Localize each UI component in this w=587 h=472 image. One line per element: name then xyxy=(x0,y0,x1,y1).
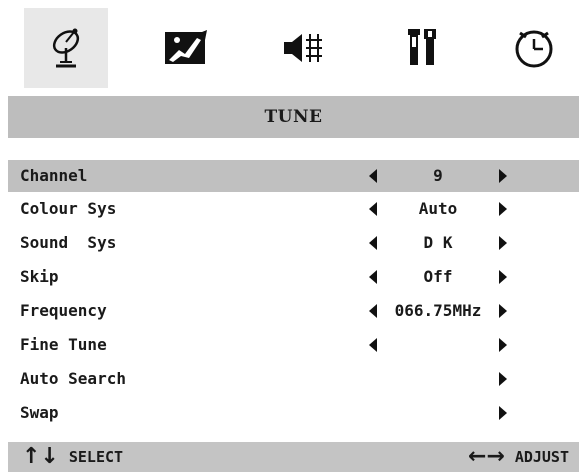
menu-item-label: Channel xyxy=(20,166,88,185)
tab-timer[interactable] xyxy=(492,8,576,88)
menu-item-value: D K xyxy=(423,233,453,252)
menu-item-value: 9 xyxy=(433,166,443,185)
menu-item-label: Fine Tune xyxy=(20,335,107,354)
enter-arrow-icon[interactable] xyxy=(496,396,510,430)
picture-icon xyxy=(165,30,207,64)
menu-item-channel[interactable]: Channel 9 xyxy=(8,160,579,192)
decrease-arrow-icon[interactable] xyxy=(366,226,380,260)
menu-item-label: Skip xyxy=(20,267,59,286)
up-down-arrows-icon: ↑↓ xyxy=(22,444,59,469)
menu-item-frequency[interactable]: Frequency 066.75MHz xyxy=(8,294,579,328)
menu-item-label: Sound Sys xyxy=(20,233,117,252)
menu-item-label: Auto Search xyxy=(20,369,126,388)
menu-item-swap[interactable]: Swap xyxy=(8,396,579,430)
menu-item-label: Frequency xyxy=(20,301,107,320)
key-hint-bar: ↑↓ SELECT ←→ ADJUST xyxy=(8,442,579,472)
tab-picture[interactable] xyxy=(144,8,228,88)
tab-sound[interactable] xyxy=(260,8,344,88)
enter-arrow-icon[interactable] xyxy=(496,362,510,396)
menu-item-colour-sys[interactable]: Colour Sys Auto xyxy=(8,192,579,226)
decrease-arrow-icon[interactable] xyxy=(366,328,380,362)
tab-tune[interactable] xyxy=(24,8,108,88)
menu-item-sound-sys[interactable]: Sound Sys D K xyxy=(8,226,579,260)
menu-item-value: Auto xyxy=(418,199,458,218)
increase-arrow-icon[interactable] xyxy=(496,328,510,362)
tools-icon xyxy=(408,29,436,65)
satellite-dish-icon xyxy=(52,28,80,68)
decrease-arrow-icon[interactable] xyxy=(366,294,380,328)
menu-item-auto-search[interactable]: Auto Search xyxy=(8,362,579,396)
decrease-arrow-icon[interactable] xyxy=(366,260,380,294)
adjust-hint: ←→ ADJUST xyxy=(468,442,569,472)
menu-item-fine-tune[interactable]: Fine Tune xyxy=(8,328,579,362)
select-hint: ↑↓ SELECT xyxy=(22,442,123,472)
increase-arrow-icon[interactable] xyxy=(496,260,510,294)
increase-arrow-icon[interactable] xyxy=(496,192,510,226)
tune-menu: Channel 9 Colour Sys Auto Sound Sys D K … xyxy=(8,160,579,430)
adjust-hint-label: ADJUST xyxy=(514,448,569,466)
increase-arrow-icon[interactable] xyxy=(496,160,510,192)
menu-item-value: 066.75MHz xyxy=(394,301,482,320)
increase-arrow-icon[interactable] xyxy=(496,226,510,260)
page-title: TUNE xyxy=(8,96,579,138)
tab-setup[interactable] xyxy=(380,8,464,88)
decrease-arrow-icon[interactable] xyxy=(366,192,380,226)
select-hint-label: SELECT xyxy=(68,448,124,466)
left-right-arrows-icon: ←→ xyxy=(467,444,505,469)
decrease-arrow-icon[interactable] xyxy=(366,160,380,192)
increase-arrow-icon[interactable] xyxy=(496,294,510,328)
osd-menu: TUNE Channel 9 Colour Sys Auto Sound Sys… xyxy=(0,0,587,472)
clock-icon xyxy=(515,30,553,68)
speaker-icon xyxy=(284,34,322,62)
category-tabs xyxy=(8,8,579,88)
menu-item-label: Swap xyxy=(20,403,59,422)
menu-item-skip[interactable]: Skip Off xyxy=(8,260,579,294)
menu-item-value: Off xyxy=(423,267,453,286)
menu-item-label: Colour Sys xyxy=(20,199,117,218)
